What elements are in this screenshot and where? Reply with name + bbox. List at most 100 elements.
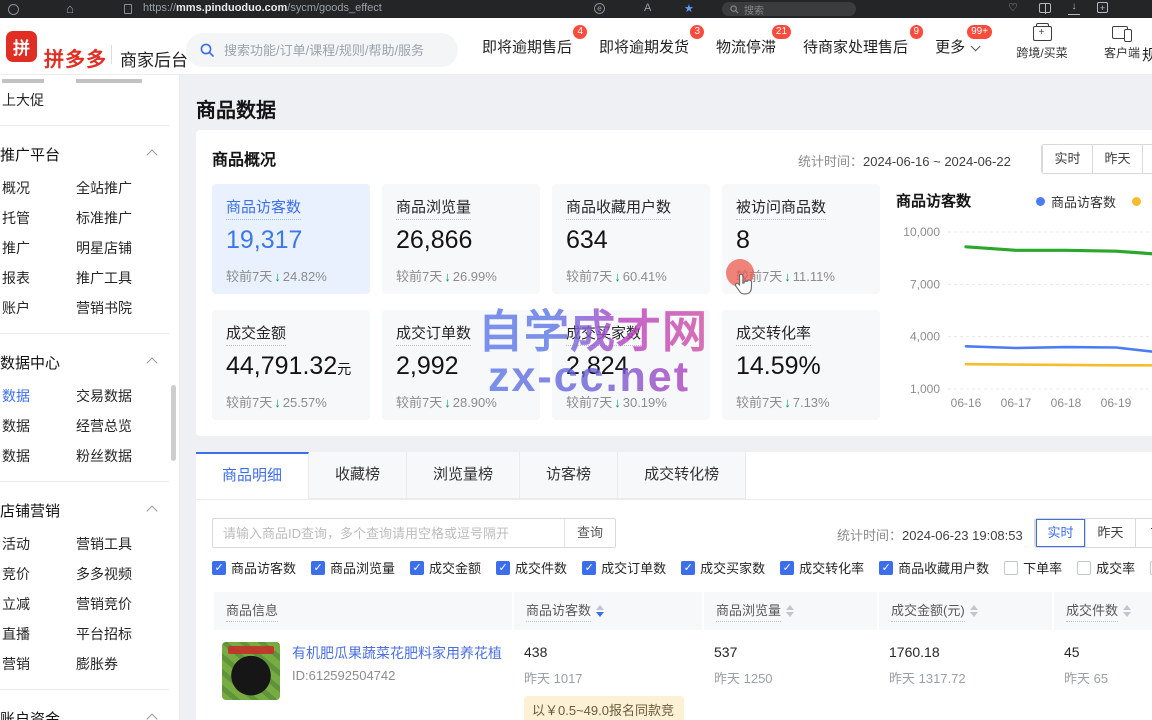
sidebar-link[interactable]: 营销书院 — [76, 298, 132, 318]
detail-tab[interactable]: 收藏榜 — [309, 452, 407, 499]
product-title-link[interactable]: 有机肥瓜果蔬菜花肥料家用养花植... — [292, 643, 502, 663]
sidebar-link[interactable]: 直播 — [2, 624, 64, 644]
home-icon[interactable]: ⌂ — [66, 1, 74, 16]
sidebar-link[interactable]: 报表 — [2, 268, 64, 288]
sidebar-link[interactable]: 推广 — [2, 238, 64, 258]
column-checkbox[interactable]: 成交订单数 — [582, 558, 666, 577]
sidebar-item-row[interactable]: 报表推广工具 — [0, 263, 179, 293]
sidebar-link[interactable]: 推广工具 — [76, 268, 132, 288]
sidebar-item-row[interactable]: 直播平台招标 — [0, 619, 179, 649]
metric-card[interactable]: 商品收藏用户数 634 较前7天60.41% — [552, 184, 710, 294]
checkbox-icon[interactable] — [496, 561, 510, 575]
brand-name[interactable]: 拼多多 — [44, 43, 107, 72]
metric-card[interactable]: 成交买家数 2,824 较前7天30.19% — [552, 310, 710, 420]
sidebar-item-row[interactable]: 托管标准推广 — [0, 203, 179, 233]
column-checkbox[interactable]: 商品访客数 — [212, 558, 296, 577]
sort-icon[interactable] — [786, 605, 794, 617]
sidebar-link[interactable]: 数据 — [2, 446, 64, 466]
line-chart-canvas[interactable]: 10,0007,0004,0001,00006-1606-1706-1806-1… — [896, 216, 1152, 416]
sidebar-link[interactable]: 立减 — [2, 594, 64, 614]
checkbox-icon[interactable] — [410, 561, 424, 575]
range-button[interactable]: 昨天 — [1085, 519, 1135, 547]
detail-tab[interactable]: 成交转化榜 — [618, 452, 746, 499]
sidebar-section-header[interactable]: 店铺营销 — [0, 491, 179, 529]
sidebar-link[interactable]: 账户 — [2, 298, 64, 318]
header-nav-item[interactable]: 待商家处理售后9 — [803, 36, 908, 57]
sidebar-item-row[interactable]: 数据粉丝数据 — [0, 441, 179, 471]
column-checkbox[interactable]: 下单率 — [1004, 558, 1062, 577]
column-checkbox[interactable]: 成交率 — [1077, 558, 1135, 577]
detail-tab[interactable]: 浏览量榜 — [407, 452, 520, 499]
column-checkbox[interactable]: 成交金额 — [410, 558, 481, 577]
detail-tab[interactable]: 访客榜 — [520, 452, 618, 499]
sidebar-link[interactable]: 托管 — [2, 208, 64, 228]
chevron-up-icon[interactable] — [146, 357, 157, 368]
reload-icon[interactable] — [8, 4, 19, 15]
chevron-up-icon[interactable] — [146, 713, 157, 720]
sidebar-link[interactable]: 数据 — [2, 416, 64, 436]
column-checkbox[interactable]: 成交件数 — [496, 558, 567, 577]
global-search-input[interactable] — [222, 42, 432, 59]
sidebar-link[interactable]: 活动 — [2, 534, 64, 554]
sidebar-section-header[interactable]: 数据中心 — [0, 343, 179, 381]
sidebar-link[interactable]: 营销竞价 — [76, 594, 132, 614]
detail-tab[interactable]: 商品明细 — [196, 452, 309, 499]
sidebar-item-row[interactable]: 上大促 — [0, 85, 179, 115]
bookmark-icon[interactable]: ★ — [684, 2, 694, 15]
sort-icon[interactable] — [970, 605, 978, 617]
column-checkbox[interactable]: 成交转化率 — [780, 558, 864, 577]
table-header-cell[interactable]: 商品访客数 — [512, 592, 702, 630]
sidebar-link[interactable]: 交易数据 — [76, 386, 132, 406]
sidebar-item-row[interactable]: 数据经营总览 — [0, 411, 179, 441]
sidebar-item-row[interactable]: 营销膨胀券 — [0, 649, 179, 679]
column-checkbox[interactable]: 成交买家数 — [681, 558, 765, 577]
metric-card[interactable]: 成交金额 44,791.32元 较前7天25.57% — [212, 310, 370, 420]
legend-item[interactable] — [1132, 197, 1147, 206]
sidebar-link[interactable]: 营销工具 — [76, 534, 132, 554]
metric-card[interactable]: 商品访客数 19,317 较前7天24.82% — [212, 184, 370, 294]
header-nav-item[interactable]: 即将逾期售后4 — [482, 36, 572, 57]
sidebar-link[interactable]: 全站推广 — [76, 178, 132, 198]
checkbox-icon[interactable] — [879, 561, 893, 575]
global-search[interactable] — [186, 33, 458, 67]
apps-icon[interactable]: + — [1097, 2, 1108, 13]
chevron-up-icon[interactable] — [146, 505, 157, 516]
range-button[interactable]: 7天 — [1135, 519, 1152, 547]
legend-item[interactable]: 商品访客数 — [1036, 192, 1116, 211]
sidebar-link[interactable]: 经营总览 — [76, 416, 132, 436]
sidebar-item-row[interactable]: 推广明星店铺 — [0, 233, 179, 263]
sidebar-item-row[interactable]: 账户营销书院 — [0, 293, 179, 323]
query-button[interactable]: 查询 — [564, 519, 615, 547]
sidebar-link[interactable]: 营销 — [2, 654, 64, 674]
sidebar-link[interactable]: 上大促 — [2, 90, 64, 110]
sidebar-link[interactable]: 数据 — [2, 386, 64, 406]
column-checkbox[interactable]: 商品浏览量 — [311, 558, 395, 577]
site-info-icon[interactable] — [124, 4, 132, 14]
sidebar-link[interactable]: 多多视频 — [76, 564, 132, 584]
checkbox-icon[interactable] — [681, 561, 695, 575]
table-row[interactable]: 有机肥瓜果蔬菜花肥料家用养花植... ID:612592504742 438 昨… — [212, 630, 1152, 720]
checkbox-icon[interactable] — [582, 561, 596, 575]
table-header-cell[interactable]: 商品浏览量 — [702, 592, 877, 630]
range-button[interactable]: 7天 — [1142, 145, 1152, 173]
range-button[interactable]: 实时 — [1042, 145, 1092, 173]
sidebar-link[interactable]: 粉丝数据 — [76, 446, 132, 466]
address-bar[interactable]: https://mms.pinduoduo.com/sycm/goods_eff… — [143, 2, 382, 14]
checkbox-icon[interactable] — [212, 561, 226, 575]
metric-card[interactable]: 商品浏览量 26,866 较前7天26.99% — [382, 184, 540, 294]
header-nav-item[interactable]: 物流停滞21 — [716, 36, 776, 57]
metric-card[interactable]: 成交订单数 2,992 较前7天28.90% — [382, 310, 540, 420]
sidebar-link[interactable]: 标准推广 — [76, 208, 132, 228]
sort-icon[interactable] — [1123, 605, 1131, 617]
bid-promo-note[interactable]: 以￥0.5~49.0报名同款竞价 — [524, 696, 684, 720]
sidebar-item-row[interactable]: 竞价多多视频 — [0, 559, 179, 589]
sidebar-link[interactable]: 竞价 — [2, 564, 64, 584]
table-header-cell[interactable]: 成交金额(元) — [877, 592, 1052, 630]
chevron-up-icon[interactable] — [146, 149, 157, 160]
crossborder-shortcut[interactable]: 跨境/买菜 — [1014, 26, 1070, 61]
favorites-icon[interactable]: ♡ — [1008, 1, 1022, 15]
sidebar-item-row[interactable]: 立减营销竞价 — [0, 589, 179, 619]
checkbox-icon[interactable] — [780, 561, 794, 575]
product-thumbnail[interactable] — [222, 642, 280, 700]
sidebar-section-header[interactable]: 账户资金 — [0, 699, 179, 720]
